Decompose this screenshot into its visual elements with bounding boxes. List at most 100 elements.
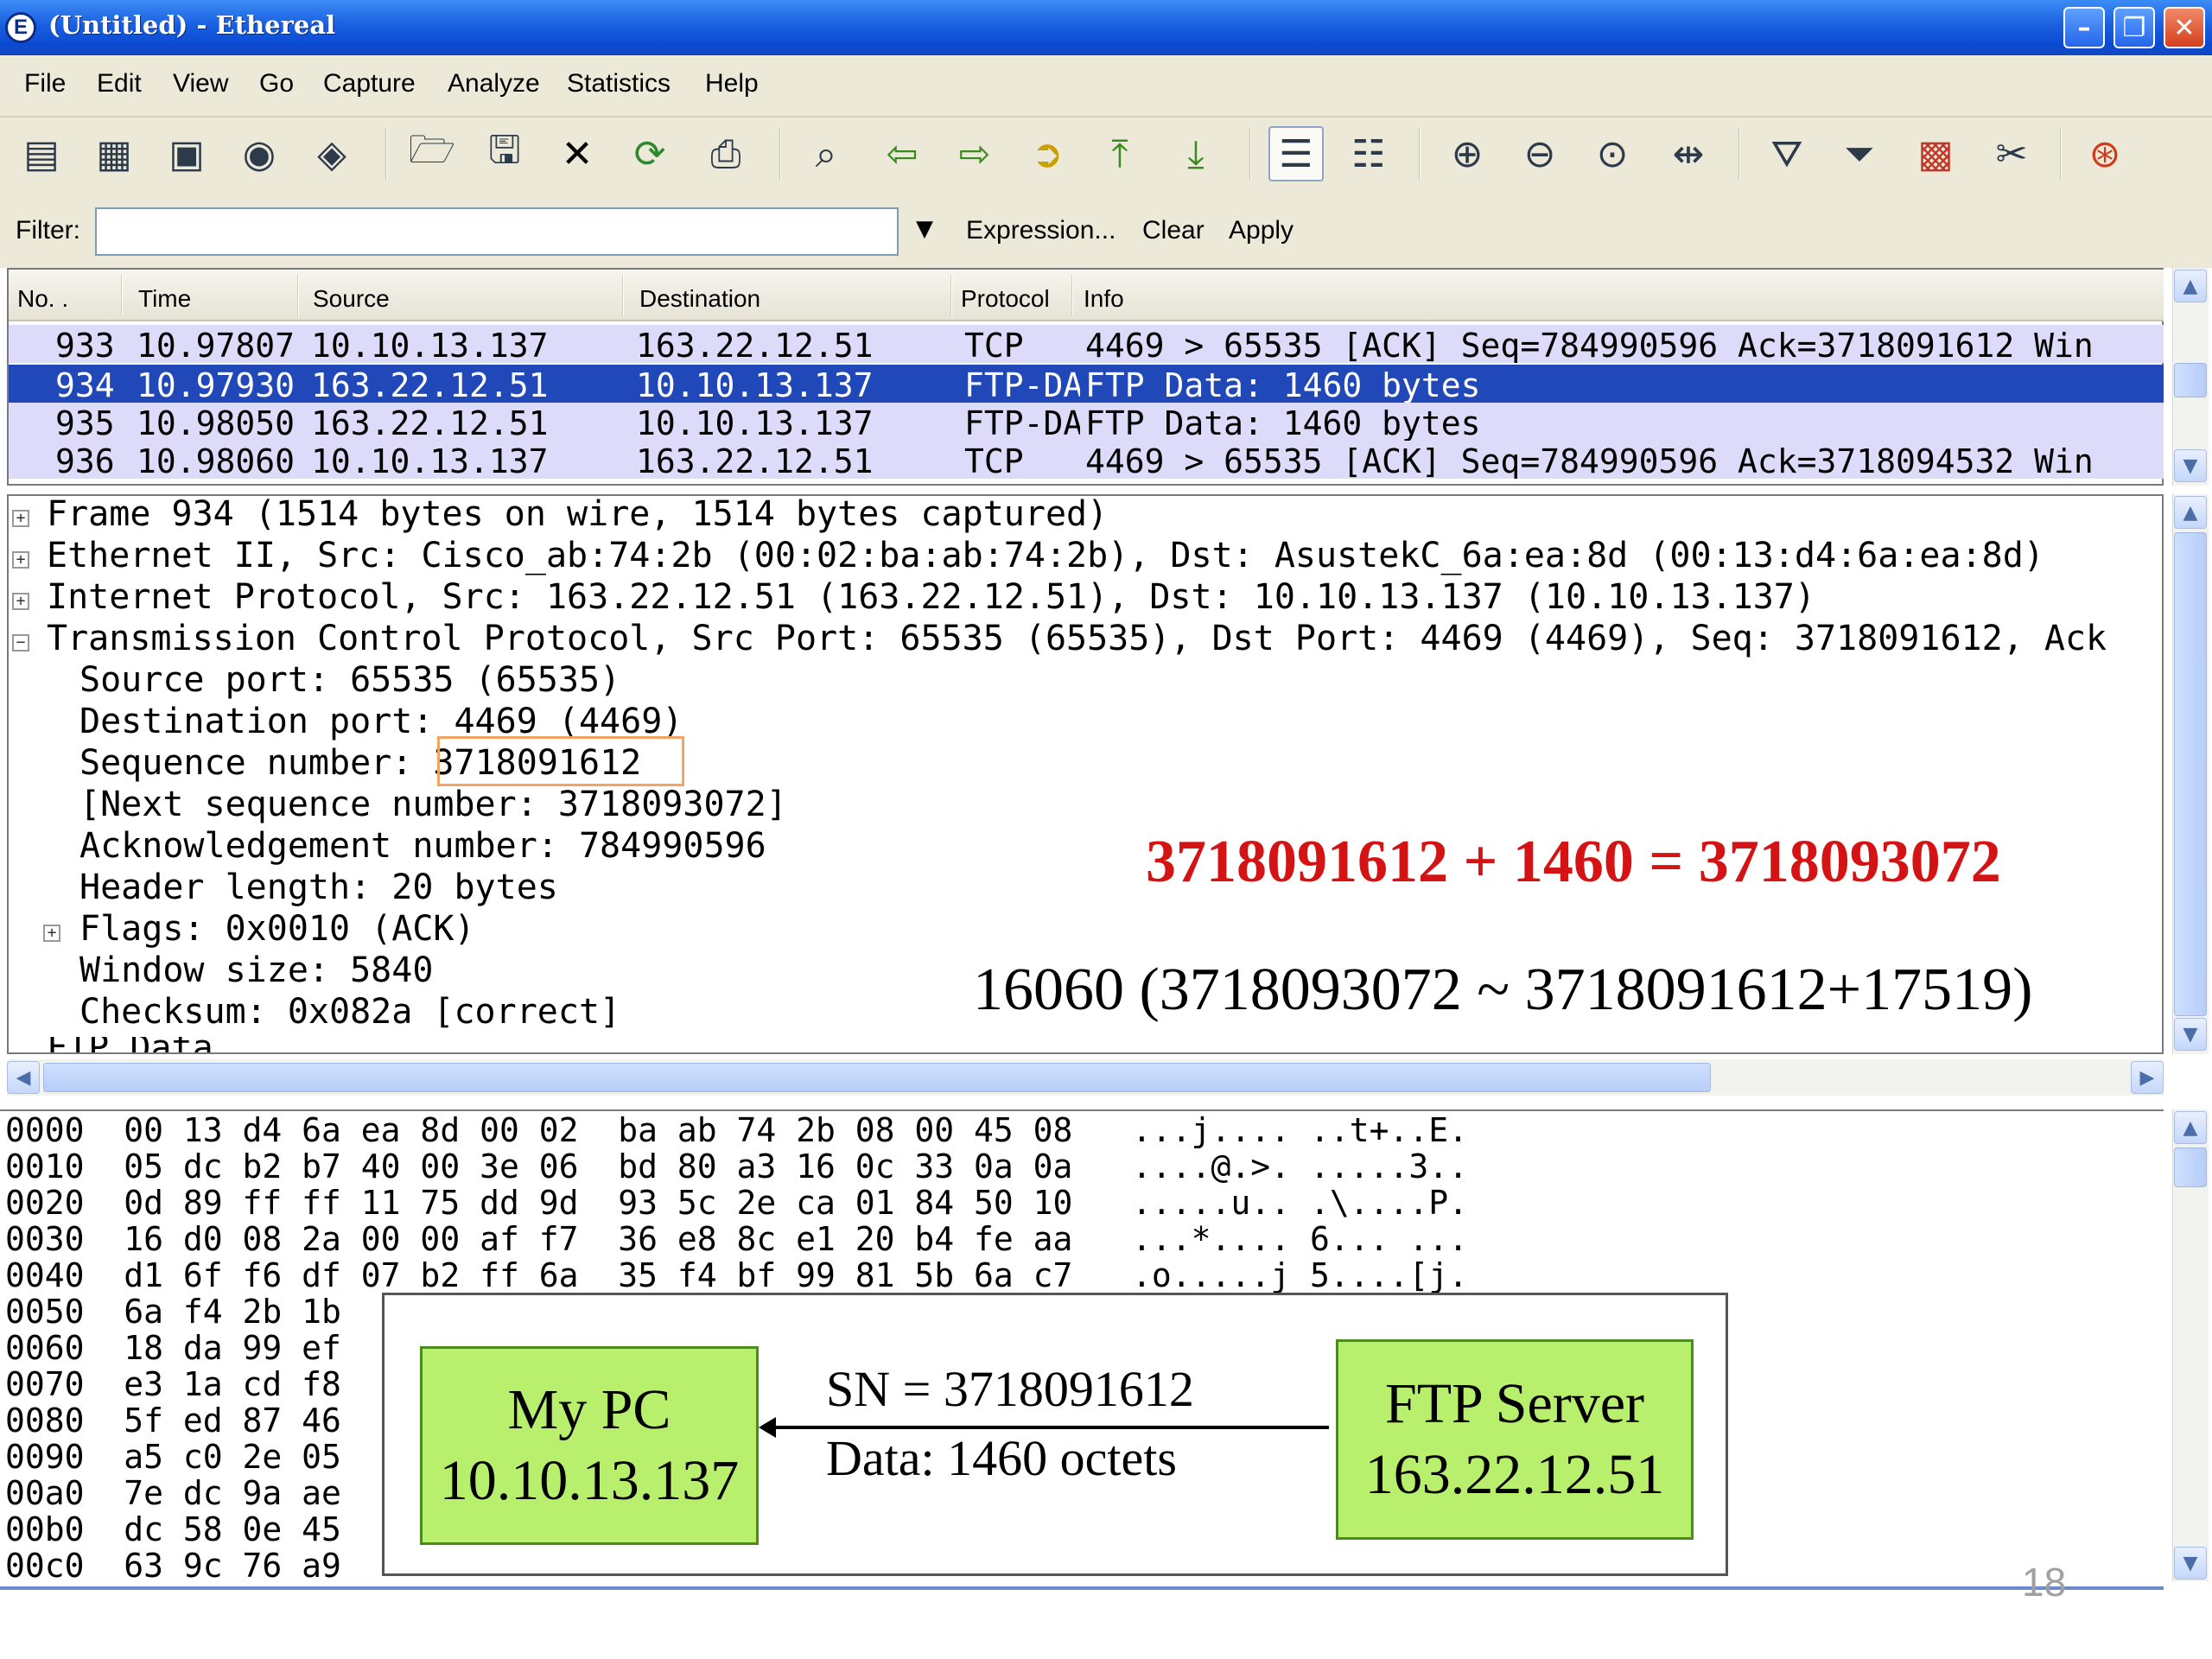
go-forward-icon[interactable]: ⇨ [947, 126, 1002, 181]
close-icon[interactable]: ✕ [2164, 7, 2205, 48]
close-file-icon[interactable]: ✕ [550, 126, 605, 181]
go-back-icon[interactable]: ⇦ [874, 126, 930, 181]
menu-view[interactable]: View [173, 69, 228, 99]
auto-scroll-icon[interactable]: ☷ [1341, 126, 1396, 181]
print-icon[interactable]: ⎙ [698, 126, 753, 181]
preferences-icon[interactable]: ✂ [1984, 126, 2039, 181]
detail-next-seq[interactable]: [Next sequence number: 3718093072] [79, 785, 787, 824]
scroll-thumb[interactable] [2174, 363, 2207, 397]
packet-row[interactable]: 936 10.98060 10.10.13.137 163.22.12.51 T… [9, 441, 2164, 479]
hex-line[interactable]: 0050 6a f4 2b 1b [5, 1293, 341, 1331]
expression-button[interactable]: Expression... [966, 216, 1116, 245]
menu-statistics[interactable]: Statistics [567, 69, 671, 99]
detail-flags[interactable]: Flags: 0x0010 (ACK) [79, 909, 475, 949]
column-info[interactable]: Info [1084, 285, 1124, 313]
hex-line[interactable]: 0070 e3 1a cd f8 [5, 1365, 341, 1403]
scroll-left-icon[interactable]: ◀ [7, 1061, 40, 1094]
detail-checksum[interactable]: Checksum: 0x082a [correct] [79, 992, 620, 1032]
hex-line[interactable]: 0000 00 13 d4 6a ea 8d 00 02 ba ab 74 2b… [5, 1111, 1468, 1149]
hex-line[interactable]: 00b0 dc 58 0e 45 [5, 1510, 341, 1548]
column-separator[interactable] [1071, 275, 1073, 316]
column-no[interactable]: No. . [17, 285, 68, 313]
hscroll-thumb[interactable] [43, 1063, 1711, 1092]
expand-icon[interactable]: + [12, 593, 29, 610]
scroll-up-icon[interactable]: ▲ [2174, 496, 2207, 529]
apply-button[interactable]: Apply [1229, 216, 1294, 245]
column-protocol[interactable]: Protocol [961, 285, 1050, 313]
maximize-icon[interactable]: ❐ [2113, 7, 2155, 48]
hex-line[interactable]: 0020 0d 89 ff ff 11 75 dd 9d 93 5c 2e ca… [5, 1184, 1468, 1222]
help-icon[interactable]: ⊛ [2077, 126, 2133, 181]
detail-header-length[interactable]: Header length: 20 bytes [79, 868, 558, 907]
detail-ip[interactable]: Internet Protocol, Src: 163.22.12.51 (16… [47, 577, 1815, 617]
column-separator[interactable] [121, 275, 123, 316]
detail-ack[interactable]: Acknowledgement number: 784990596 [79, 826, 766, 866]
detail-src-port[interactable]: Source port: 65535 (65535) [79, 660, 620, 700]
scroll-up-icon[interactable]: ▲ [2174, 1111, 2207, 1144]
hex-line[interactable]: 0060 18 da 99 ef [5, 1329, 341, 1367]
ethereal-app-icon[interactable]: E [5, 12, 36, 43]
expand-icon[interactable]: + [12, 510, 29, 527]
menu-analyze[interactable]: Analyze [448, 69, 540, 99]
scroll-down-icon[interactable]: ▼ [2174, 449, 2207, 482]
scroll-thumb[interactable] [2174, 532, 2207, 1016]
menu-edit[interactable]: Edit [97, 69, 142, 99]
hex-line[interactable]: 0030 16 d0 08 2a 00 00 af f7 36 e8 8c e1… [5, 1220, 1468, 1258]
reload-icon[interactable]: ⟳ [622, 126, 677, 181]
menu-go[interactable]: Go [259, 69, 294, 99]
hex-line[interactable]: 0010 05 dc b2 b7 40 00 3e 06 bd 80 a3 16… [5, 1147, 1468, 1185]
expand-icon[interactable]: + [43, 925, 60, 942]
menu-capture[interactable]: Capture [323, 69, 416, 99]
filter-input[interactable] [95, 207, 899, 256]
menu-file[interactable]: File [24, 69, 66, 99]
save-file-icon[interactable]: 🖫 [477, 126, 532, 181]
column-source[interactable]: Source [313, 285, 390, 313]
column-separator[interactable] [622, 275, 624, 316]
collapse-icon[interactable]: − [12, 634, 29, 652]
detail-ethernet[interactable]: Ethernet II, Src: Cisco_ab:74:2b (00:02:… [47, 536, 2044, 575]
scroll-down-icon[interactable]: ▼ [2174, 1018, 2207, 1051]
packet-row[interactable]: 933 10.97807 10.10.13.137 163.22.12.51 T… [9, 325, 2164, 363]
detail-frame[interactable]: Frame 934 (1514 bytes on wire, 1514 byte… [47, 494, 1108, 534]
hex-line[interactable]: 0080 5f ed 87 46 [5, 1402, 341, 1440]
menu-help[interactable]: Help [705, 69, 759, 99]
display-filters-icon[interactable]: ⏷ [1832, 126, 1887, 181]
column-separator[interactable] [297, 275, 299, 316]
colorize-icon[interactable]: ☰ [1268, 126, 1324, 181]
filter-dropdown-icon[interactable]: ▼ [916, 216, 933, 242]
hex-line[interactable]: 00c0 63 9c 76 a9 [5, 1547, 341, 1585]
scroll-up-icon[interactable]: ▲ [2174, 270, 2207, 302]
restart-capture-icon[interactable]: ◈ [304, 126, 359, 181]
column-time[interactable]: Time [138, 285, 191, 313]
zoom-out-icon[interactable]: ⊖ [1512, 126, 1567, 181]
detail-window-size[interactable]: Window size: 5840 [79, 950, 433, 990]
zoom-in-icon[interactable]: ⊕ [1440, 126, 1495, 181]
detail-tcp[interactable]: Transmission Control Protocol, Src Port:… [47, 619, 2162, 658]
column-separator[interactable] [950, 275, 952, 316]
scroll-down-icon[interactable]: ▼ [2174, 1547, 2207, 1580]
go-first-icon[interactable]: ⤒ [1092, 126, 1147, 181]
stop-capture-icon[interactable]: ◉ [232, 126, 287, 181]
packet-row-selected[interactable]: 934 10.97930 163.22.12.51 10.10.13.137 F… [9, 365, 2164, 403]
scroll-right-icon[interactable]: ▶ [2131, 1061, 2164, 1094]
resize-columns-icon[interactable]: ⇹ [1661, 126, 1716, 181]
capture-options-icon[interactable]: ▦ [86, 126, 142, 181]
open-file-icon[interactable]: 🗁 [404, 126, 460, 181]
expand-icon[interactable]: + [12, 551, 29, 569]
coloring-rules-icon[interactable]: ▩ [1908, 126, 1963, 181]
hex-line[interactable]: 0040 d1 6f f6 df 07 b2 ff 6a 35 f4 bf 99… [5, 1256, 1468, 1294]
column-destination[interactable]: Destination [639, 285, 760, 313]
go-to-packet-icon[interactable]: ➲ [1020, 126, 1075, 181]
go-last-icon[interactable]: ⤓ [1168, 126, 1224, 181]
find-packet-icon[interactable]: ⌕ [798, 126, 854, 181]
hex-line[interactable]: 0090 a5 c0 2e 05 [5, 1438, 341, 1476]
scroll-thumb[interactable] [2174, 1147, 2207, 1187]
interface-list-icon[interactable]: ▤ [14, 126, 69, 181]
minimize-icon[interactable]: – [2063, 7, 2105, 48]
packet-row[interactable]: 935 10.98050 163.22.12.51 10.10.13.137 F… [9, 403, 2164, 441]
hex-line[interactable]: 00a0 7e dc 9a ae [5, 1474, 341, 1512]
start-capture-icon[interactable]: ▣ [159, 126, 214, 181]
capture-filters-icon[interactable]: ⛛ [1759, 126, 1815, 181]
zoom-normal-icon[interactable]: ⊙ [1585, 126, 1640, 181]
detail-ftp-data[interactable]: FTP Data [47, 1037, 213, 1052]
